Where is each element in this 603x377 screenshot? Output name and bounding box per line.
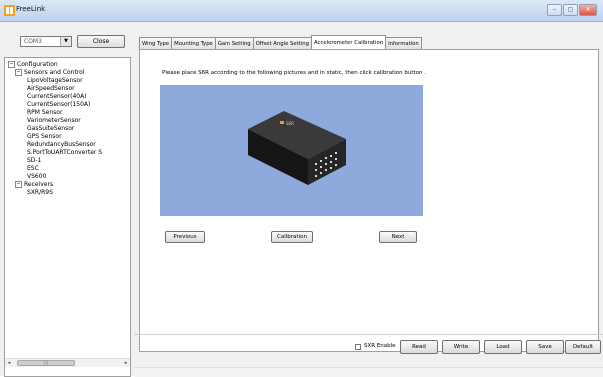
minimize-button[interactable]: – <box>547 4 562 16</box>
tab-wing-type[interactable]: Wing Type <box>139 37 173 49</box>
tree-item-sensor[interactable]: RPM Sensor <box>27 109 62 116</box>
tree-horizontal-scrollbar[interactable]: ◂ ||| ▸ <box>5 358 130 367</box>
sxr-enable-label: SXR Enable <box>364 343 396 349</box>
tree-item-sensor[interactable]: AirSpeedSensor <box>27 85 75 92</box>
write-button[interactable]: Write <box>442 340 480 354</box>
tab-gain-setting[interactable]: Gain Setting <box>214 37 254 49</box>
scroll-left-icon[interactable]: ◂ <box>5 359 13 367</box>
window-controls: – ▢ ✕ <box>547 4 597 16</box>
tab-mounting-type[interactable]: Mounting Type <box>171 37 216 49</box>
read-button[interactable]: Read <box>400 340 438 354</box>
tree-item-sensor[interactable]: GasSuiteSensor <box>27 125 74 132</box>
collapse-icon[interactable]: − <box>8 61 15 68</box>
tab-information[interactable]: Information <box>385 37 422 49</box>
save-button[interactable]: Save <box>526 340 564 354</box>
tree-item-sensor[interactable]: SD-1 <box>27 157 41 164</box>
main-frame: COM3 ▼ Close − Configuration − Sensors and… <box>0 22 603 377</box>
tree-item-sensor[interactable]: VS600 <box>27 173 46 180</box>
receiver-device-image: S6R <box>248 111 346 185</box>
sxr-enable-checkbox[interactable] <box>355 344 361 350</box>
calibration-panel: Please place S6R according to the follow… <box>139 49 599 352</box>
tree-root-configuration[interactable]: − Configuration <box>8 61 58 68</box>
com-port-select[interactable]: COM3 ▼ <box>20 36 72 47</box>
tree-item-sensor[interactable]: CurrentSensor(40A) <box>27 93 87 100</box>
chevron-down-icon[interactable]: ▼ <box>60 37 71 46</box>
tree-item-sensor[interactable]: LipoVoltageSensor <box>27 77 83 84</box>
device-model-label: S6R <box>286 121 294 126</box>
tree-item-receiver-selected[interactable]: SXR/R9S <box>27 189 53 196</box>
close-port-button[interactable]: Close <box>77 35 125 48</box>
calibration-instruction: Please place S6R according to the follow… <box>162 70 426 76</box>
tree-item-sensor[interactable]: RedundancyBusSensor <box>27 141 96 148</box>
collapse-icon[interactable]: − <box>15 69 22 76</box>
settings-tabs: Wing Type Mounting Type Gain Setting Off… <box>139 35 422 49</box>
tree-item-sensor[interactable]: S.PortToUARTConverter S <box>27 149 102 156</box>
tree-group-receivers[interactable]: − Receivers <box>15 181 53 188</box>
calibration-button[interactable]: Calibration <box>271 231 313 243</box>
close-window-button[interactable]: ✕ <box>579 4 597 16</box>
tree-item-sensor[interactable]: GPS Sensor <box>27 133 62 140</box>
tree-item-sensor[interactable]: CurrentSensor(150A) <box>27 101 90 108</box>
window-title: FreeLink <box>16 5 46 13</box>
previous-button[interactable]: Previous <box>165 231 205 243</box>
config-tree[interactable]: − Configuration − Sensors and Control Lipo… <box>4 57 131 377</box>
title-bar: FreeLink – ▢ ✕ <box>0 0 603 22</box>
tab-offset-angle-setting[interactable]: Offset Angle Setting <box>252 37 312 49</box>
maximize-button[interactable]: ▢ <box>563 4 578 16</box>
next-button[interactable]: Next <box>379 231 417 243</box>
bottom-divider <box>134 334 603 335</box>
tab-accelerometer-calibration[interactable]: Accelerometer Calibration <box>311 35 387 49</box>
freelink-logo-icon <box>4 5 15 16</box>
tree-item-sensor[interactable]: VariometerSensor <box>27 117 81 124</box>
scrollbar-thumb[interactable]: ||| <box>17 360 75 366</box>
com-port-value: COM3 <box>24 38 42 45</box>
default-button[interactable]: Default <box>565 340 601 354</box>
load-button[interactable]: Load <box>484 340 522 354</box>
tree-group-sensors[interactable]: − Sensors and Control <box>15 69 84 76</box>
tree-item-sensor[interactable]: ESC <box>27 165 39 172</box>
calibration-picture: S6R <box>160 85 423 216</box>
collapse-icon[interactable]: − <box>15 181 22 188</box>
scroll-right-icon[interactable]: ▸ <box>122 359 130 367</box>
